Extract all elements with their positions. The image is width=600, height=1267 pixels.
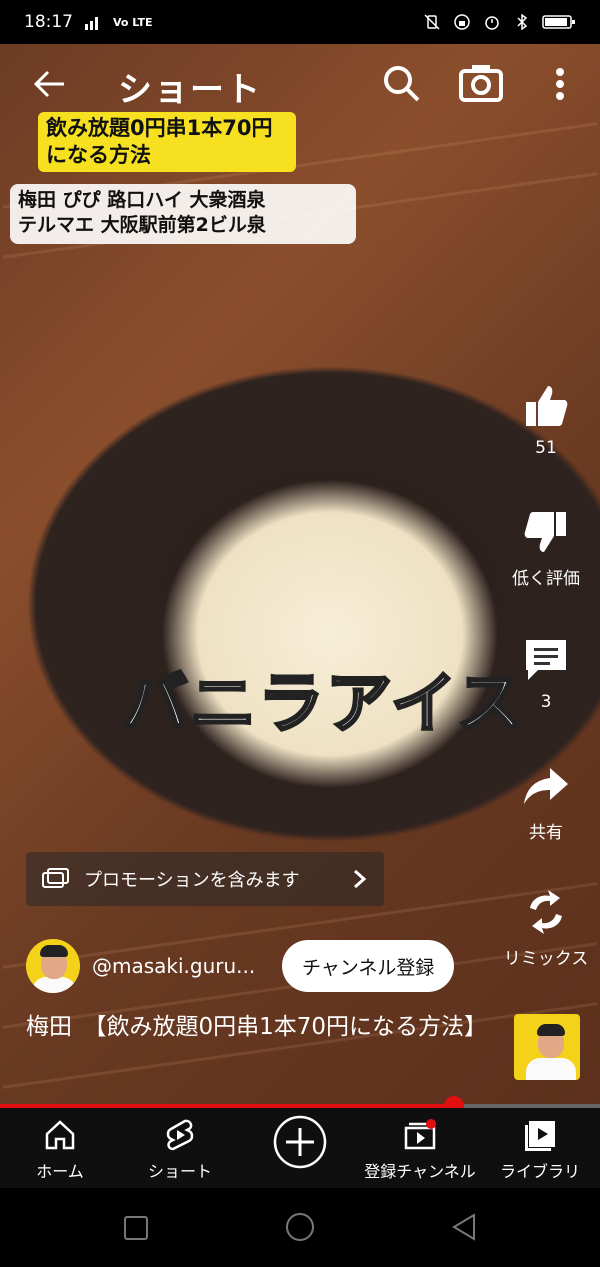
signal-icon (85, 17, 98, 30)
volte-label: Vo LTE (113, 15, 153, 29)
more-options-icon[interactable] (548, 64, 572, 104)
dislike-button[interactable]: 低く評価 (500, 508, 592, 589)
video-caption: バニラアイス (121, 664, 525, 744)
back-triangle-icon[interactable] (450, 1212, 480, 1242)
share-icon (524, 768, 568, 804)
system-nav-bar (0, 1188, 600, 1267)
promotion-label: プロモーションを含みます (84, 870, 300, 891)
shorts-icon (166, 1119, 194, 1151)
promotion-icon (42, 868, 69, 888)
comment-icon (526, 640, 566, 680)
comment-count: 3 (540, 692, 552, 712)
vibrate-icon (424, 14, 440, 30)
thumbs-down-icon (524, 512, 566, 552)
nav-create[interactable] (240, 1115, 360, 1176)
promotion-chip[interactable]: プロモーションを含みます (26, 852, 384, 906)
channel-row: @masaki.guru... チャンネル登録 (26, 938, 496, 994)
lock-icon (454, 14, 470, 30)
nav-library-label: ライブラリ (499, 1162, 580, 1181)
status-bar: 18:17 Vo LTE (0, 0, 600, 44)
remix-icon (530, 890, 562, 934)
sound-thumbnail[interactable] (514, 1014, 580, 1080)
dislike-label: 低く評価 (512, 569, 580, 589)
add-icon (273, 1115, 327, 1169)
nav-library[interactable]: ライブラリ (480, 1118, 600, 1182)
nav-subscriptions[interactable]: 登録チャンネル (360, 1118, 480, 1182)
share-label: 共有 (529, 823, 563, 843)
search-icon[interactable] (380, 62, 422, 104)
home-circle-icon[interactable] (285, 1212, 315, 1242)
back-arrow-icon[interactable] (30, 64, 70, 104)
share-button[interactable]: 共有 (500, 762, 592, 843)
video-banner-title: 飲み放題0円串1本70円 になる方法 (38, 112, 296, 172)
channel-avatar[interactable] (26, 939, 80, 993)
like-button[interactable]: 51 (500, 382, 592, 458)
like-count: 51 (535, 438, 557, 458)
thumbs-up-icon (526, 386, 568, 426)
nav-home-label: ホーム (36, 1162, 84, 1181)
video-title[interactable]: 梅田 【飲み放題0円串1本70円になる方法】 (26, 1012, 487, 1043)
library-icon (525, 1121, 555, 1151)
comments-button[interactable]: 3 (500, 636, 592, 712)
status-time: 18:17 (24, 12, 73, 32)
page-title: ショート (118, 70, 262, 110)
nav-shorts-label: ショート (147, 1162, 212, 1181)
channel-handle[interactable]: @masaki.guru... (92, 954, 262, 978)
bluetooth-icon (517, 14, 528, 30)
subscribe-button[interactable]: チャンネル登録 (282, 940, 455, 992)
bottom-nav: ホーム ショート 登録チャンネル ライブラリ (0, 1108, 600, 1188)
nav-shorts[interactable]: ショート (120, 1118, 240, 1182)
remix-label: リミックス (503, 949, 589, 969)
home-icon (45, 1120, 75, 1150)
remix-button[interactable]: リミックス (500, 888, 592, 969)
nav-home[interactable]: ホーム (0, 1118, 120, 1182)
subscriptions-icon (404, 1119, 436, 1150)
chevron-right-icon (354, 869, 367, 889)
nav-subscriptions-label: 登録チャンネル (364, 1162, 476, 1181)
video-banner-location: 梅田 ぴぴ 路口ハイ 大衆酒泉 テルマエ 大阪駅前第2ビル泉 (10, 184, 356, 244)
recent-apps-icon[interactable] (122, 1214, 150, 1242)
camera-icon[interactable] (458, 62, 504, 104)
battery-icon (542, 15, 575, 29)
alarm-icon (485, 16, 499, 30)
